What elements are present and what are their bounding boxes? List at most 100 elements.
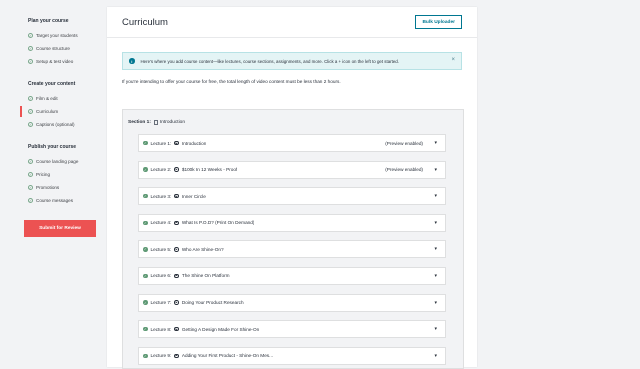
check-circle-icon: ✓ — [143, 326, 148, 332]
lecture-row[interactable]: ✓ Lecture 1: ▶ Introduction (Preview ena… — [138, 134, 446, 152]
lecture-row[interactable]: ✓ Lecture 6: ▶ The Shine On Platform ▾ — [138, 266, 446, 285]
info-banner: i Here's where you add course content—li… — [122, 52, 462, 70]
lecture-row[interactable]: ✓ Lecture 7: ▶ Doing Your Product Resear… — [138, 293, 446, 312]
check-circle-icon: ✓ — [28, 59, 33, 64]
lecture-number: Lecture 8: — [150, 326, 172, 332]
lecture-number: Lecture 9: — [150, 353, 172, 359]
lecture-row[interactable]: ✓ Lecture 3: ▶ Inner Circle ▾ — [138, 187, 446, 206]
lecture-title: The Shine On Platform — [181, 273, 230, 279]
check-circle-icon: ✓ — [28, 46, 33, 51]
lecture-title: Doing Your Product Research — [181, 300, 244, 306]
sidebar-item-label: Pricing — [36, 172, 51, 177]
chevron-down-icon[interactable]: ▾ — [434, 246, 437, 252]
sidebar-item-captions[interactable]: ✓ Captions (optional) — [20, 118, 102, 131]
play-circle-icon: ▶ — [174, 193, 179, 199]
sidebar-group-title: Plan your course — [28, 18, 69, 24]
lecture-title: Adding Your First Product - Shine-On Mes… — [181, 353, 274, 359]
sidebar-item-label: Captions (optional) — [36, 122, 75, 127]
check-circle-icon: ✓ — [28, 122, 33, 127]
check-circle-icon: ✓ — [143, 220, 148, 226]
check-circle-icon: ✓ — [28, 159, 33, 164]
play-circle-icon: ▶ — [174, 140, 179, 146]
section-header[interactable]: Section 1: Introduction — [123, 110, 463, 134]
lecture-number: Lecture 6: — [150, 273, 172, 279]
check-circle-icon: ✓ — [143, 247, 148, 252]
sidebar-item-course-structure[interactable]: ✓ Course structure — [20, 42, 102, 55]
lecture-row[interactable]: ✓ Lecture 4: ▶ What Is P.O.D? (Print On … — [138, 213, 446, 232]
chevron-down-icon[interactable]: ▾ — [434, 353, 437, 359]
main-panel: Curriculum Bulk Uploader i Here's where … — [107, 7, 477, 369]
lecture-title: Inner Circle — [181, 193, 206, 199]
page-title: Curriculum — [122, 16, 168, 28]
document-icon — [153, 119, 158, 125]
lecture-title: Getting A Design Made For Shine-On — [181, 326, 260, 332]
sidebar-group-title: Publish your course — [28, 144, 77, 150]
lecture-title: Introduction — [181, 140, 207, 146]
sidebar-item-label: Target your students — [36, 33, 78, 38]
lecture-title: What Is P.O.D? (Print On Demand) — [181, 220, 255, 226]
lecture-number: Lecture 4: — [150, 220, 172, 226]
sidebar-item-landing-page[interactable]: ✓ Course landing page — [20, 155, 102, 168]
chevron-down-icon[interactable]: ▾ — [434, 300, 437, 306]
lecture-number: Lecture 3: — [150, 193, 172, 199]
check-circle-icon: ✓ — [28, 33, 33, 38]
bulk-uploader-button[interactable]: Bulk Uploader — [415, 15, 462, 29]
section-title: Introduction — [159, 119, 186, 125]
sidebar-item-label: Promotions — [36, 185, 60, 190]
section-1: Section 1: Introduction ✓ Lecture 1: ▶ I… — [122, 109, 464, 369]
check-circle-icon: ✓ — [143, 167, 148, 172]
sidebar-item-promotions[interactable]: ✓ Promotions — [20, 181, 102, 194]
chevron-down-icon[interactable]: ▾ — [434, 220, 437, 226]
lecture-number: Lecture 2: — [150, 167, 172, 173]
check-circle-icon: ✓ — [143, 273, 148, 279]
sidebar-group-create: Create your content ✓ Film & edit ✓ Curr… — [20, 81, 102, 131]
check-circle-icon: ✓ — [28, 109, 33, 114]
sidebar: Plan your course ✓ Target your students … — [20, 18, 102, 237]
sidebar-item-film-edit[interactable]: ✓ Film & edit — [20, 92, 102, 105]
sidebar-item-label: Curriculum — [36, 109, 59, 114]
free-course-note: If you're intending to offer your course… — [122, 79, 341, 84]
lecture-row[interactable]: ✓ Lecture 8: ▶ Getting A Design Made For… — [138, 320, 446, 339]
info-icon: i — [129, 58, 135, 64]
sidebar-item-pricing[interactable]: ✓ Pricing — [20, 168, 102, 181]
sidebar-group-title: Create your content — [28, 81, 76, 87]
check-circle-icon: ✓ — [28, 198, 33, 203]
play-circle-icon: ▶ — [174, 247, 179, 252]
lecture-row[interactable]: ✓ Lecture 2: ▶ $100k In 12 Weeks - Proof… — [138, 160, 446, 179]
sidebar-item-target-students[interactable]: ✓ Target your students — [20, 29, 102, 42]
lecture-title: Who Are Shine-On? — [181, 246, 224, 252]
sidebar-item-setup-test-video[interactable]: ✓ Setup & test video — [20, 55, 102, 68]
sidebar-item-label: Course landing page — [36, 159, 79, 164]
chevron-down-icon[interactable]: ▾ — [434, 273, 437, 279]
sidebar-group-publish: Publish your course ✓ Course landing pag… — [20, 144, 102, 207]
sidebar-group-plan: Plan your course ✓ Target your students … — [20, 18, 102, 68]
lecture-row[interactable]: ✓ Lecture 5: ▶ Who Are Shine-On? ▾ — [138, 240, 446, 259]
sidebar-item-label: Setup & test video — [36, 59, 74, 64]
sidebar-item-label: Course structure — [36, 46, 70, 51]
chevron-down-icon[interactable]: ▾ — [434, 167, 437, 173]
play-circle-icon: ▶ — [174, 300, 179, 305]
lecture-number: Lecture 5: — [150, 246, 172, 252]
check-circle-icon: ✓ — [28, 172, 33, 177]
sidebar-item-course-messages[interactable]: ✓ Course messages — [20, 194, 102, 207]
chevron-down-icon[interactable]: ▾ — [434, 326, 437, 332]
play-circle-icon: ▶ — [174, 167, 179, 172]
check-circle-icon: ✓ — [28, 185, 33, 190]
play-circle-icon: ▶ — [174, 326, 179, 332]
check-circle-icon: ✓ — [143, 193, 148, 199]
sidebar-item-label: Film & edit — [36, 96, 58, 101]
lecture-number: Lecture 1: — [150, 140, 172, 146]
submit-for-review-button[interactable]: Submit for Review — [24, 220, 96, 237]
section-label: Section 1: — [128, 119, 151, 125]
chevron-down-icon[interactable]: ▾ — [434, 140, 437, 146]
info-banner-text: Here's where you add course content—like… — [140, 58, 399, 64]
play-circle-icon: ▶ — [174, 273, 179, 279]
check-circle-icon: ✓ — [28, 96, 33, 101]
lecture-row[interactable]: ✓ Lecture 9: ▶ Adding Your First Product… — [138, 346, 446, 365]
close-icon[interactable]: × — [451, 57, 455, 63]
chevron-down-icon[interactable]: ▾ — [434, 193, 437, 199]
preview-status: (Preview enabled) — [385, 167, 423, 173]
play-circle-icon: ▶ — [174, 220, 179, 226]
play-circle-icon: ▶ — [174, 353, 179, 358]
sidebar-item-curriculum[interactable]: ✓ Curriculum — [20, 105, 102, 118]
